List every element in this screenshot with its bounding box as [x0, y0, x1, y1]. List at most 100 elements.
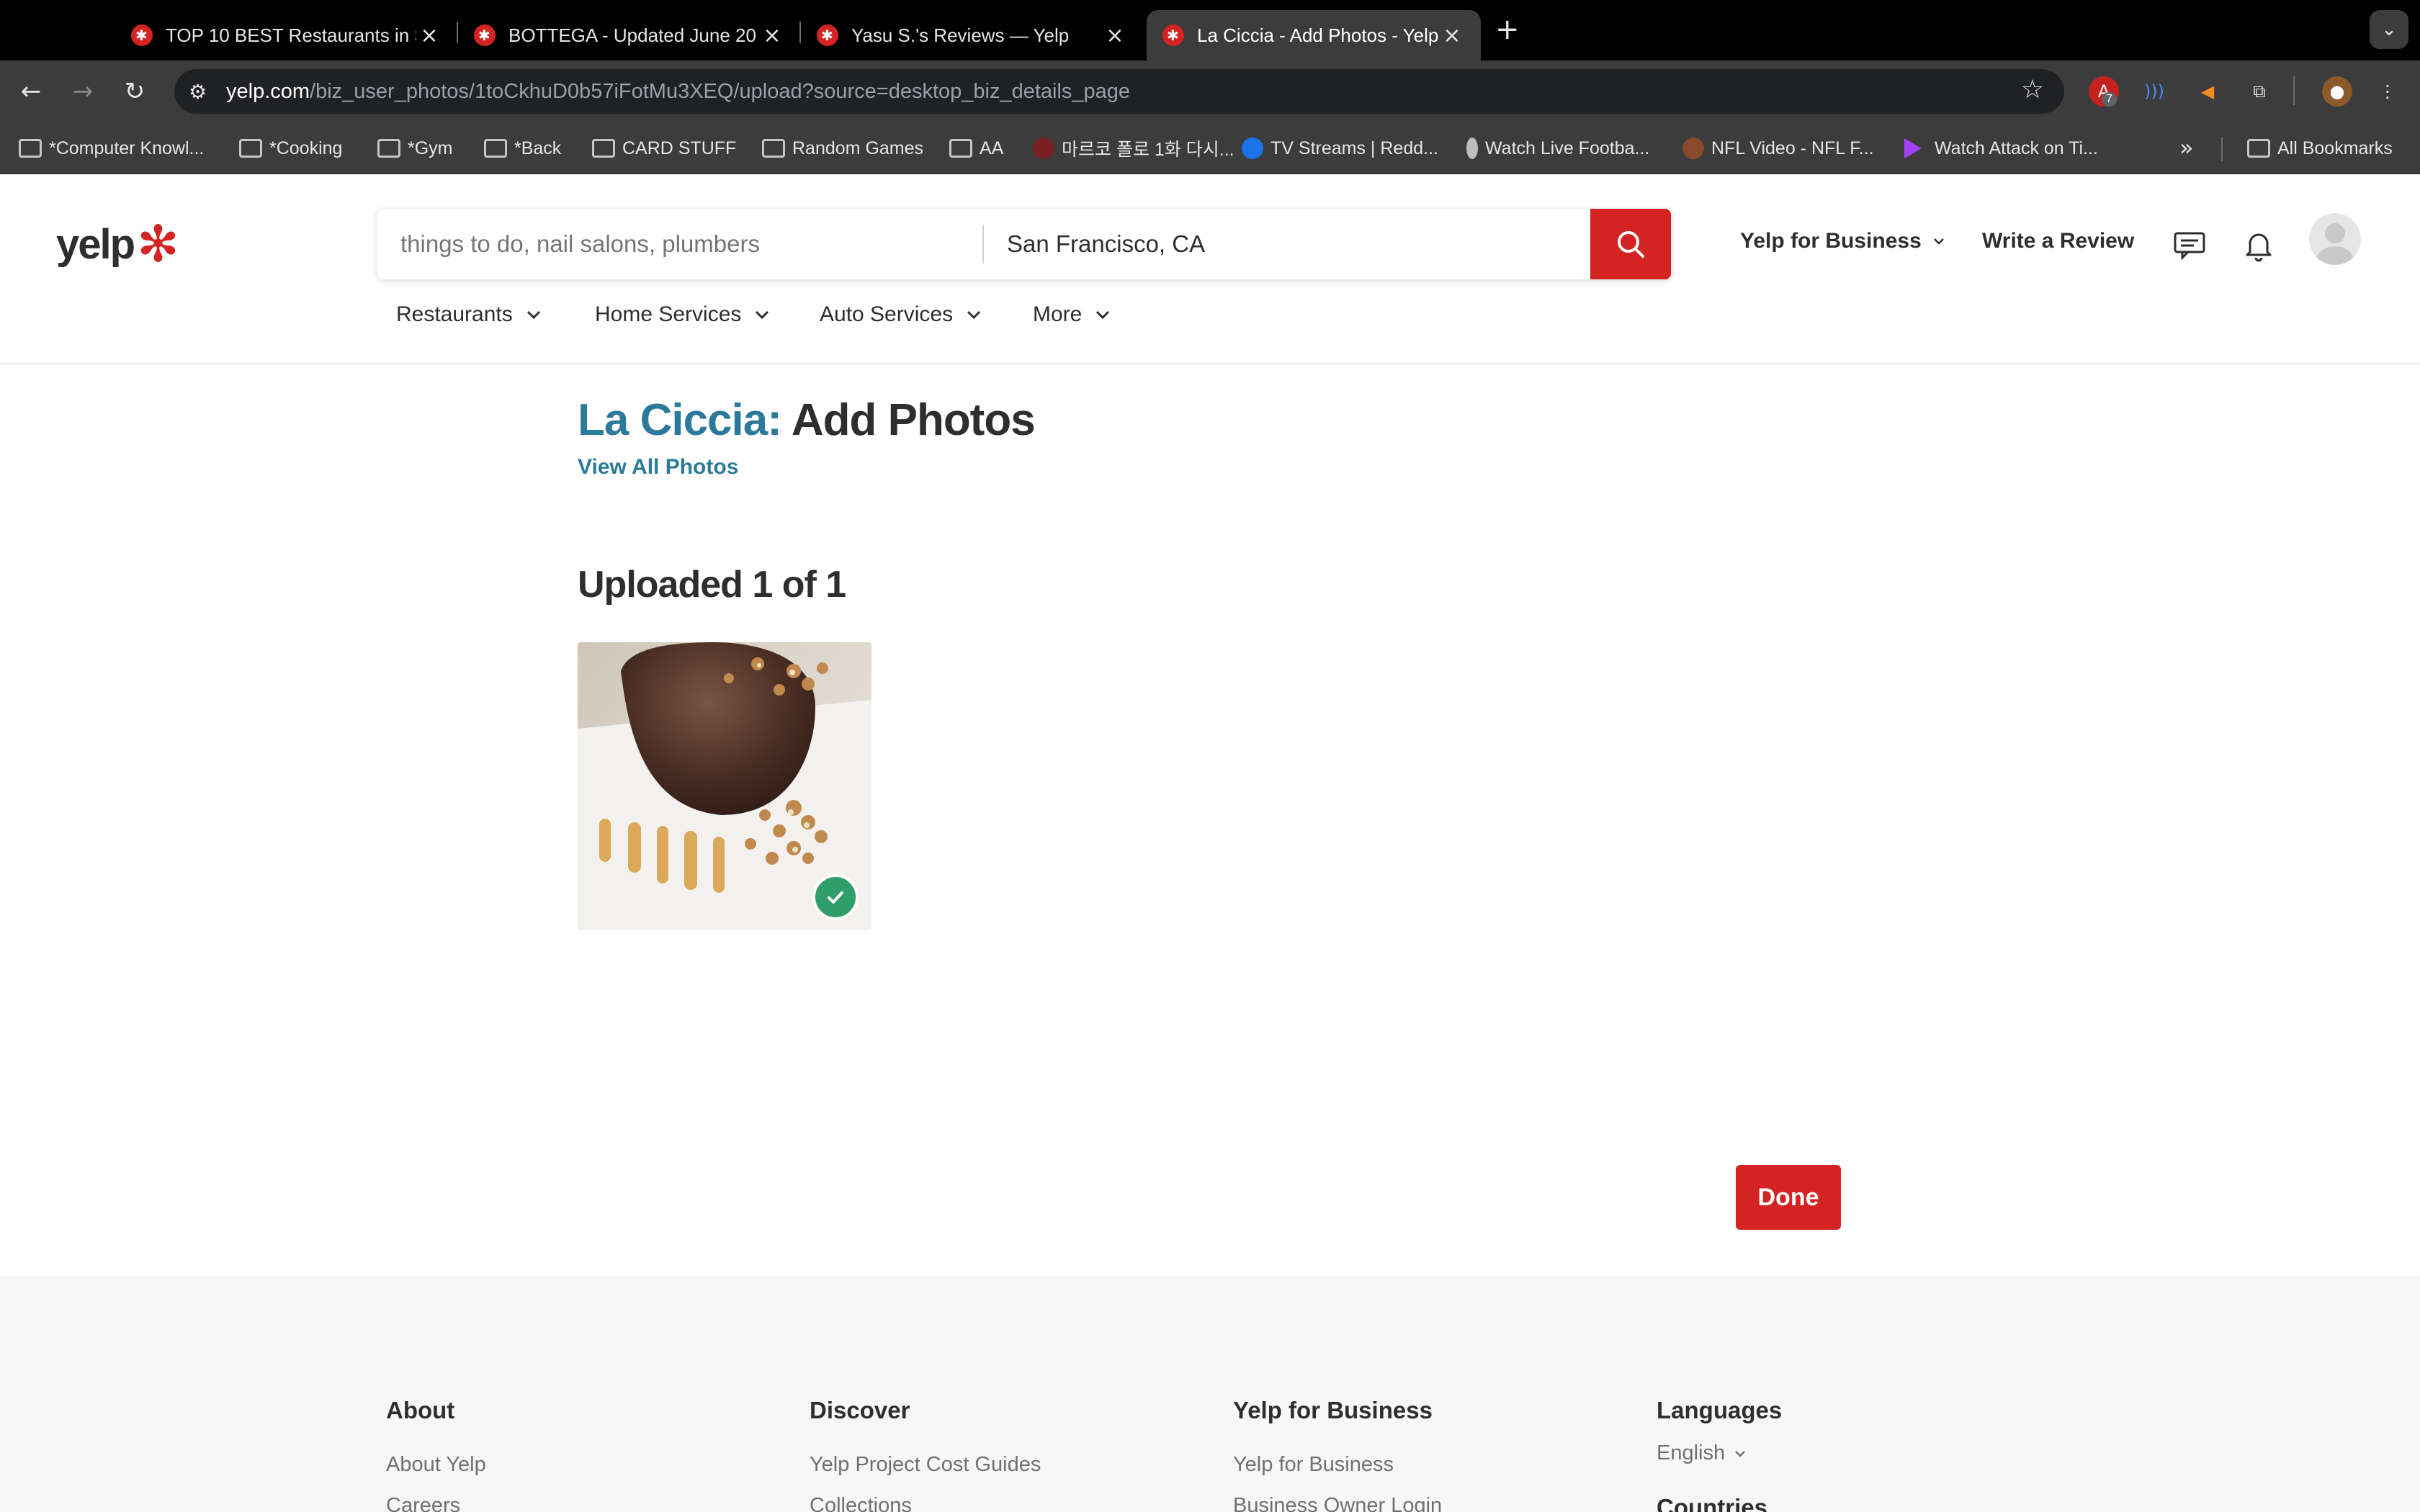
- bookmark-label: TV Streams | Redd...: [1270, 138, 1438, 158]
- bookmarks-divider: [2221, 137, 2223, 161]
- footer-column-languages: Languages English Countries: [1657, 1397, 1782, 1512]
- bookmark-label: NFL Video - NFL F...: [1711, 138, 1874, 158]
- browser-tab-1[interactable]: TOP 10 BEST Restaurants in S ×: [115, 10, 458, 60]
- yelp-favicon-icon: [817, 24, 838, 46]
- write-review-link[interactable]: Write a Review: [1982, 229, 2134, 253]
- all-bookmarks[interactable]: All Bookmarks: [2247, 135, 2393, 161]
- bookmark-label: *Gym: [408, 138, 453, 158]
- yelp-favicon-icon: [131, 24, 153, 46]
- tab-close-icon[interactable]: ×: [1439, 23, 1465, 48]
- browser-tab-3[interactable]: Yasu S.'s Reviews — Yelp ×: [801, 10, 1144, 60]
- browser-menu-icon[interactable]: ⋮: [2372, 76, 2403, 107]
- search-button[interactable]: [1590, 209, 1671, 279]
- profile-avatar-icon[interactable]: ●: [2322, 76, 2352, 107]
- yelp-logo[interactable]: yelp ✻: [56, 219, 179, 269]
- search-bar: [377, 209, 1671, 279]
- page-title-text: Add Photos: [791, 395, 1036, 445]
- category-auto-services[interactable]: Auto Services: [820, 302, 985, 327]
- chevron-down-icon: [756, 310, 769, 320]
- footer-link[interactable]: Business Owner Login: [1233, 1494, 1442, 1512]
- tab-close-icon[interactable]: ×: [1102, 23, 1128, 48]
- bookmark-item[interactable]: Watch Attack on Ti...: [1904, 135, 2098, 161]
- upload-success-check-icon: [812, 874, 859, 920]
- folder-icon: [2247, 139, 2270, 158]
- footer-link[interactable]: Yelp Project Cost Guides: [810, 1453, 1041, 1477]
- bookmark-label: *Back: [514, 138, 562, 158]
- footer: About About Yelp Careers Discover Yelp P…: [0, 1276, 2420, 1512]
- search-icon: [1618, 231, 1644, 258]
- language-selector[interactable]: English: [1657, 1441, 1782, 1465]
- bookmark-item[interactable]: CARD STUFF: [592, 135, 736, 161]
- search-location-input[interactable]: [984, 209, 1589, 279]
- footer-link[interactable]: Yelp for Business: [1233, 1453, 1442, 1477]
- reload-icon[interactable]: ↻: [117, 73, 153, 109]
- category-restaurants[interactable]: Restaurants: [396, 302, 544, 327]
- category-label: Restaurants: [396, 302, 513, 326]
- back-arrow-icon[interactable]: ←: [13, 73, 49, 109]
- footer-link[interactable]: About Yelp: [386, 1453, 486, 1477]
- chevron-down-icon: [526, 310, 540, 320]
- url-path: /biz_user_photos/1toCkhuD0b57iFotMu3XEQ/…: [310, 79, 1131, 103]
- folder-icon: [377, 139, 400, 158]
- bookmark-item[interactable]: *Computer Knowl...: [19, 135, 204, 161]
- yelp-for-business-menu[interactable]: Yelp for Business: [1740, 229, 1948, 253]
- bookmark-item[interactable]: *Back: [484, 135, 561, 161]
- browser-tab-active[interactable]: La Ciccia - Add Photos - Yelp ×: [1147, 10, 1481, 60]
- search-find-input[interactable]: [377, 209, 982, 279]
- category-home-services[interactable]: Home Services: [595, 302, 773, 327]
- address-bar[interactable]: ⚙ yelp.com/biz_user_photos/1toCkhuD0b57i…: [174, 69, 2064, 114]
- site-icon: [1466, 138, 1478, 159]
- bookmark-star-icon[interactable]: ☆: [2021, 75, 2044, 104]
- footer-column-about: About About Yelp Careers: [386, 1397, 486, 1512]
- tab-close-icon[interactable]: ×: [759, 23, 785, 48]
- tab-close-icon[interactable]: ×: [416, 23, 442, 48]
- category-label: Home Services: [595, 302, 742, 326]
- url-text[interactable]: yelp.com/biz_user_photos/1toCkhuD0b57iFo…: [226, 80, 1130, 104]
- footer-heading: Languages: [1657, 1397, 1783, 1423]
- notifications-bell-icon[interactable]: [2241, 228, 2276, 262]
- tab-title: La Ciccia - Add Photos - Yelp: [1197, 24, 1439, 46]
- all-bookmarks-label: All Bookmarks: [2277, 138, 2393, 158]
- bookmark-item[interactable]: *Gym: [377, 135, 453, 161]
- category-more[interactable]: More: [1033, 302, 1113, 327]
- bookmark-item[interactable]: AA: [949, 135, 1003, 161]
- extensions-puzzle-icon[interactable]: ⧉: [2244, 76, 2275, 107]
- folder-icon: [592, 139, 615, 158]
- bookmark-item[interactable]: Watch Live Footba...: [1466, 135, 1649, 161]
- bookmark-item[interactable]: *Cooking: [239, 135, 342, 161]
- bookmark-item[interactable]: 마르코 폴로 1화 다시...: [1033, 135, 1234, 161]
- tab-search-chevron-icon[interactable]: ⌄: [2370, 10, 2408, 49]
- audio-extension-icon[interactable]: ))): [2139, 76, 2169, 107]
- extension-icon[interactable]: ◀: [2192, 76, 2223, 107]
- bookmark-label: 마르코 폴로 1화 다시...: [1062, 140, 1234, 160]
- category-label: Auto Services: [820, 302, 954, 326]
- category-label: More: [1033, 302, 1083, 326]
- done-button[interactable]: Done: [1736, 1165, 1841, 1230]
- footer-heading: Yelp for Business: [1233, 1397, 1433, 1423]
- site-settings-icon[interactable]: ⚙: [189, 80, 218, 104]
- bookmark-item[interactable]: Random Games: [762, 135, 923, 161]
- tab-title: Yasu S.'s Reviews — Yelp: [851, 24, 1070, 46]
- chevron-down-icon: [967, 310, 981, 320]
- footer-link[interactable]: Collections: [810, 1494, 1041, 1512]
- view-all-photos-link[interactable]: View All Photos: [578, 455, 738, 480]
- footer-link[interactable]: Careers: [386, 1494, 486, 1512]
- bookmark-item[interactable]: NFL Video - NFL F...: [1682, 135, 1874, 161]
- new-tab-plus-icon[interactable]: +: [1495, 13, 1520, 46]
- messages-icon[interactable]: [2172, 228, 2207, 262]
- tab-title: BOTTEGA - Updated June 20: [508, 24, 756, 46]
- business-name-link[interactable]: La Ciccia:: [578, 395, 782, 445]
- browser-tab-2[interactable]: BOTTEGA - Updated June 20 ×: [458, 10, 801, 60]
- more-bookmarks-chevron-icon[interactable]: »: [2179, 134, 2194, 161]
- footer-column-business: Yelp for Business Yelp for Business Busi…: [1233, 1397, 1442, 1512]
- language-value: English: [1657, 1441, 1726, 1464]
- bookmark-item[interactable]: TV Streams | Redd...: [1242, 135, 1438, 161]
- yelp-favicon-icon: [1162, 24, 1184, 46]
- user-avatar[interactable]: [2309, 213, 2361, 265]
- forward-arrow-icon[interactable]: →: [65, 73, 101, 109]
- site-icon: [1033, 138, 1054, 159]
- logo-wordmark: yelp: [56, 220, 135, 268]
- footer-heading: About: [386, 1397, 455, 1423]
- folder-icon: [239, 139, 262, 158]
- bookmark-label: Watch Attack on Ti...: [1935, 138, 2098, 158]
